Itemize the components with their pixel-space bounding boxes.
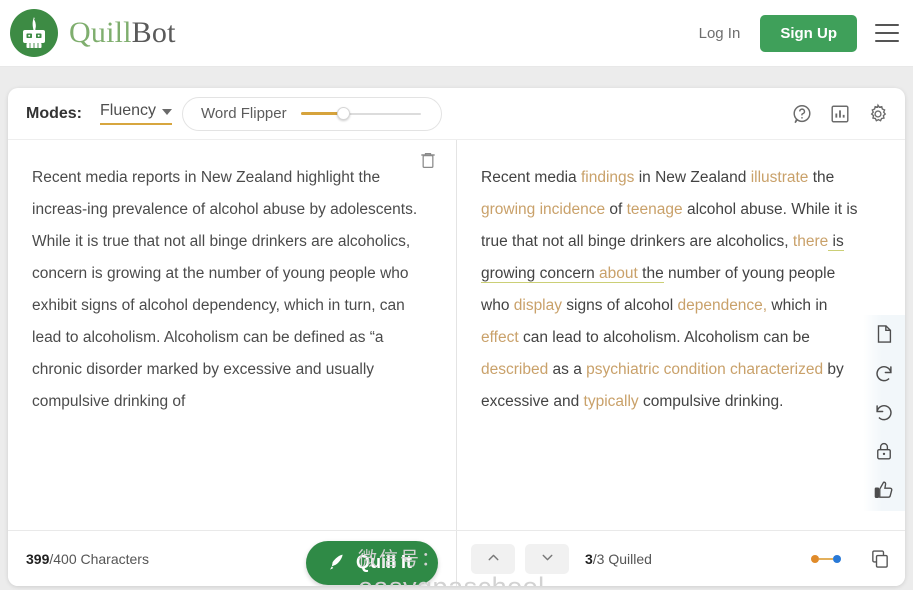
output-segment[interactable]: there (793, 233, 828, 250)
document-icon[interactable] (873, 323, 895, 345)
modes-bar: Modes: Fluency Word Flipper (8, 88, 905, 139)
output-panel[interactable]: Recent media findings in New Zealand ill… (457, 140, 905, 552)
legend-connector-line (819, 557, 833, 560)
mode-selector-label: Fluency (100, 102, 157, 119)
word-flipper-control[interactable]: Word Flipper (182, 96, 443, 131)
previous-version-button[interactable] (471, 543, 515, 574)
output-segment[interactable]: illustrate (751, 169, 809, 186)
mode-active-underline (100, 122, 173, 125)
legend-dot-start (811, 554, 819, 563)
app-header: QuillBot Log In Sign Up (0, 0, 913, 67)
output-segment[interactable]: the (637, 265, 664, 283)
trash-icon[interactable] (418, 150, 438, 172)
quill-pen-icon (326, 552, 347, 573)
output-segment: Recent media (481, 169, 581, 186)
output-segment[interactable]: display (514, 297, 562, 314)
output-segment[interactable]: findings (581, 169, 634, 186)
quillbot-robot-logo (10, 9, 58, 57)
character-counter: 399/400 Characters (26, 551, 149, 567)
undo-icon[interactable] (873, 401, 895, 423)
input-panel[interactable]: Recent media reports in New Zealand high… (8, 140, 457, 552)
header-actions: Log In Sign Up (693, 14, 899, 52)
editor-panels: Recent media reports in New Zealand high… (8, 139, 905, 586)
character-count-current: 399 (26, 550, 50, 567)
slider-fill (300, 112, 342, 115)
signup-button[interactable]: Sign Up (760, 14, 857, 52)
character-count-total: /400 Characters (49, 550, 149, 567)
brand-logo-group[interactable]: QuillBot (10, 9, 176, 57)
bar-chart-icon[interactable] (829, 103, 851, 125)
output-segment[interactable]: effect (481, 329, 519, 346)
lock-icon[interactable] (873, 440, 895, 462)
output-text[interactable]: Recent media findings in New Zealand ill… (481, 162, 859, 418)
output-segment: can lead to alcoholism. Alcoholism can b… (518, 329, 810, 346)
next-version-button[interactable] (525, 543, 569, 574)
output-segment[interactable]: typically (584, 393, 639, 410)
copy-icon[interactable] (869, 548, 891, 570)
quill-it-button[interactable]: Quill It (306, 540, 438, 585)
quilled-counter: 3/3 Quilled (585, 551, 652, 567)
hamburger-menu-icon[interactable] (875, 24, 899, 42)
output-segment[interactable]: psychiatric condition characterized (586, 361, 823, 378)
output-segment: of (605, 201, 627, 218)
output-segment[interactable]: about (594, 265, 638, 283)
word-flipper-slider[interactable] (300, 107, 421, 121)
output-segment[interactable]: teenage (627, 201, 683, 218)
output-side-toolbar (863, 315, 905, 511)
output-segment[interactable]: growing incidence (481, 201, 605, 218)
mode-selector-fluency[interactable]: Fluency (100, 102, 173, 125)
output-segment[interactable]: dependence, (677, 297, 767, 314)
output-segment[interactable]: growing concern (481, 265, 595, 283)
sentence-link-legend[interactable] (811, 554, 841, 563)
output-segment: signs of alcohol (562, 297, 678, 314)
output-segment: the (808, 169, 835, 186)
footer-left: 399/400 Characters Quill It (8, 531, 457, 586)
chevron-down-icon (539, 549, 556, 569)
footer-right: 3/3 Quilled (457, 531, 905, 586)
footer-bar: 399/400 Characters Quill It 3/3 Quilled (8, 530, 905, 586)
brand-name: QuillBot (69, 16, 176, 50)
thumbs-up-icon[interactable] (873, 479, 895, 501)
output-segment: which in (767, 297, 828, 314)
output-segment: as a (548, 361, 587, 378)
output-segment[interactable]: is (828, 233, 844, 251)
slider-thumb[interactable] (336, 107, 350, 120)
legend-dot-end (833, 554, 841, 563)
modes-toolbar-icons (791, 103, 889, 125)
chevron-up-icon (485, 549, 502, 569)
gear-icon[interactable] (867, 103, 889, 125)
help-circle-icon[interactable] (791, 103, 813, 125)
login-link[interactable]: Log In (693, 21, 747, 46)
quilled-total: /3 Quilled (592, 550, 652, 567)
output-segment[interactable]: described (481, 361, 548, 378)
word-flipper-label: Word Flipper (201, 105, 287, 122)
paraphraser-card: Modes: Fluency Word Flipper Recent media… (8, 88, 905, 586)
quilled-current: 3 (585, 550, 593, 567)
input-text[interactable]: Recent media reports in New Zealand high… (32, 162, 432, 418)
output-segment: compulsive drinking. (638, 393, 784, 410)
modes-label: Modes: (26, 104, 82, 122)
brand-name-part2: Bot (131, 16, 176, 49)
output-segment: in New Zealand (634, 169, 751, 186)
redo-icon[interactable] (873, 362, 895, 384)
chevron-down-icon (162, 109, 173, 115)
quill-it-label: Quill It (356, 552, 412, 572)
brand-name-part1: Quill (69, 16, 132, 49)
